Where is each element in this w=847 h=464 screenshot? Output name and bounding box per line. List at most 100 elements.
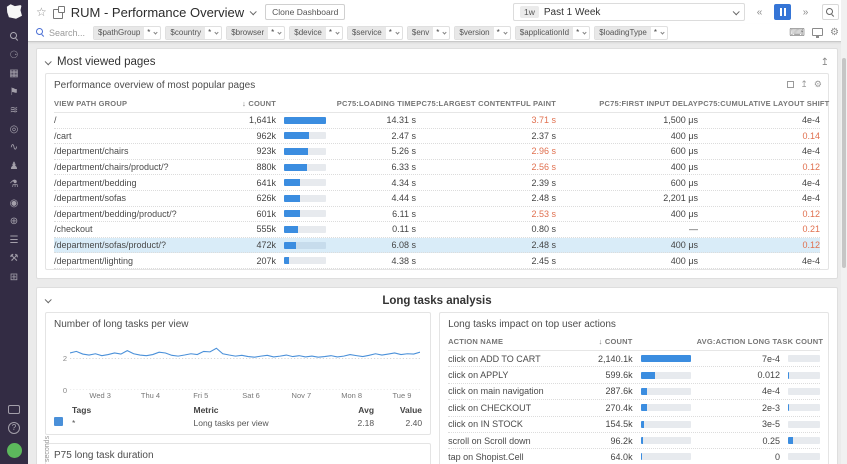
skip-back-button[interactable]: « [751, 4, 768, 20]
table-row[interactable]: /department/sofas/product/? 472k 6.08 s … [54, 238, 820, 254]
help-icon[interactable]: ? [8, 422, 20, 434]
col-avg-long-task-count[interactable]: AVG:ACTION LONG TASK COUNT [697, 337, 820, 346]
variable-pill-applicationId[interactable]: $applicationId* [515, 26, 591, 40]
variable-pill-pathGroup[interactable]: $pathGroup* [93, 26, 161, 40]
view-path-cell[interactable]: /department/lighting [54, 256, 234, 266]
skip-forward-button[interactable]: » [797, 4, 814, 20]
synthetics-icon[interactable]: ⚗ [6, 177, 22, 193]
table-row[interactable]: click on APPLY 599.6k 0.012 [448, 367, 820, 383]
pause-button[interactable] [774, 4, 791, 20]
view-path-cell[interactable]: /department/sofas [54, 193, 234, 203]
apm-icon[interactable]: ◎ [6, 122, 22, 138]
network-icon[interactable]: ≋ [6, 103, 22, 119]
variable-pill-country[interactable]: $country* [165, 26, 222, 40]
table-row[interactable]: tap on Shopist.Cell 64.0k 0 [448, 449, 820, 464]
chevron-down-icon[interactable] [250, 8, 257, 15]
action-name-cell[interactable]: scroll on Scroll down [448, 436, 583, 446]
table-row[interactable]: scroll on Scroll down 96.2k 0.25 [448, 433, 820, 449]
col-count[interactable]: ↓ COUNT [234, 99, 276, 108]
export-icon[interactable]: ↥ [821, 57, 829, 68]
variable-pill-env[interactable]: $env* [407, 26, 450, 40]
table-row[interactable]: click on ADD TO CART 2,140.1k 7e-4 [448, 351, 820, 367]
table-row[interactable]: click on CHECKOUT 270.4k 2e-3 [448, 400, 820, 416]
table-row[interactable]: click on IN STOCK 154.5k 3e-5 [448, 417, 820, 433]
action-name-cell[interactable]: click on APPLY [448, 370, 583, 380]
table-row[interactable]: / 1,641k 14.31 s 3.71 s 1,500 μs 4e-4 [54, 113, 820, 129]
table-row[interactable]: /department/sofas 626k 4.44 s 2.48 s 2,2… [54, 191, 820, 207]
page-scrollbar[interactable] [841, 0, 847, 464]
collapse-section-icon[interactable] [45, 58, 52, 65]
legend-row[interactable]: * Long tasks per view 2.18 2.40 [54, 417, 422, 430]
cls-cell: 0.12 [698, 209, 820, 219]
scrollbar-thumb[interactable] [842, 58, 846, 268]
col-view-path-group[interactable]: VIEW PATH GROUP [54, 99, 234, 108]
view-path-cell[interactable]: /department/chairs/product/? [54, 162, 234, 172]
action-name-cell[interactable]: click on main navigation [448, 386, 583, 396]
count-cell: 1,641k [234, 115, 276, 125]
table-row[interactable]: /department/lighting 207k 4.38 s 2.45 s … [54, 253, 820, 269]
gear-icon[interactable]: ⚙ [830, 27, 839, 38]
gear-icon[interactable]: ⚙ [814, 79, 822, 90]
avg-cell: 7e-4 [697, 354, 780, 364]
rum-icon[interactable]: ◉ [6, 196, 22, 212]
col-count[interactable]: ↓ COUNT [583, 337, 633, 346]
view-path-cell[interactable]: /department/bedding [54, 178, 234, 188]
export-icon[interactable]: ↥ [800, 79, 808, 90]
metrics-icon[interactable]: ∿ [6, 140, 22, 156]
table-row[interactable]: /department/bedding/product/? 601k 6.11 … [54, 207, 820, 223]
count-bar [276, 132, 328, 139]
col-loading-time[interactable]: PC75:LOADING TIME [328, 99, 416, 108]
avg-cell: 0.25 [697, 436, 780, 446]
variables-search[interactable]: Search... [36, 28, 85, 38]
clone-dashboard-button[interactable]: Clone Dashboard [265, 4, 345, 20]
time-range-select[interactable]: 1w Past 1 Week [513, 3, 745, 21]
table-row[interactable]: /cart 962k 2.47 s 2.37 s 400 μs 0.14 [54, 129, 820, 145]
user-avatar[interactable] [7, 443, 22, 458]
settings-icon[interactable]: ⊞ [6, 270, 22, 286]
dashboards-icon[interactable]: ▦ [6, 66, 22, 82]
datadog-logo[interactable] [6, 4, 23, 19]
view-path-cell[interactable]: /cart [54, 131, 234, 141]
col-fid[interactable]: PC75:FIRST INPUT DELAY [556, 99, 698, 108]
view-path-cell[interactable]: /department/chairs [54, 146, 234, 156]
keyboard-icon[interactable]: ⌨ [789, 26, 805, 39]
security-icon[interactable]: ⊕ [6, 214, 22, 230]
variable-pill-version[interactable]: $version* [454, 26, 510, 40]
section-title[interactable]: Most viewed pages [57, 56, 155, 68]
table-row[interactable]: /department/bedding 641k 4.34 s 2.39 s 6… [54, 175, 820, 191]
chat-icon[interactable] [8, 405, 20, 414]
widget-title: P75 long task duration [54, 448, 422, 464]
expand-icon[interactable] [787, 81, 794, 88]
star-icon[interactable]: ☆ [36, 5, 47, 19]
col-lcp[interactable]: PC75:LARGEST CONTENTFUL PAINT [416, 99, 556, 108]
variable-pill-device[interactable]: $device* [289, 26, 343, 40]
logs-icon[interactable]: ☰ [6, 233, 22, 249]
monitors-icon[interactable]: ♟ [6, 159, 22, 175]
col-action-name[interactable]: ACTION NAME [448, 337, 583, 346]
tv-mode-icon[interactable] [812, 28, 823, 36]
table-row[interactable]: /checkout 555k 0.11 s 0.80 s — 0.21 [54, 222, 820, 238]
view-path-cell[interactable]: /department/bedding/product/? [54, 209, 234, 219]
variable-pill-loadingType[interactable]: $loadingType* [594, 26, 668, 40]
action-name-cell[interactable]: click on CHECKOUT [448, 403, 583, 413]
view-path-cell[interactable]: /department/sofas/product/? [54, 240, 234, 250]
table-row[interactable]: /department/chairs/product/? 880k 6.33 s… [54, 160, 820, 176]
global-search-button[interactable] [822, 4, 839, 20]
chart-canvas[interactable] [70, 338, 420, 390]
action-name-cell[interactable]: click on ADD TO CART [448, 354, 583, 364]
action-name-cell[interactable]: click on IN STOCK [448, 419, 583, 429]
table-row[interactable]: /department/chairs 923k 5.26 s 2.96 s 60… [54, 144, 820, 160]
line-chart[interactable]: 02 [54, 334, 422, 390]
watchdog-icon[interactable]: ⚆ [6, 48, 22, 64]
view-path-cell[interactable]: / [54, 115, 234, 125]
view-path-cell[interactable]: /checkout [54, 224, 234, 234]
table-row[interactable]: click on main navigation 287.6k 4e-4 [448, 384, 820, 400]
col-cls[interactable]: PC75:CUMULATIVE LAYOUT SHIFT [698, 99, 820, 108]
variable-pill-browser[interactable]: $browser* [226, 26, 285, 40]
action-name-cell[interactable]: tap on Shopist.Cell [448, 452, 583, 462]
variable-pill-service[interactable]: $service* [347, 26, 403, 40]
search-icon[interactable] [10, 32, 19, 41]
infrastructure-icon[interactable]: ⚑ [6, 85, 22, 101]
integrations-icon[interactable]: ⚒ [6, 251, 22, 267]
count-cell: 270.4k [583, 403, 633, 413]
